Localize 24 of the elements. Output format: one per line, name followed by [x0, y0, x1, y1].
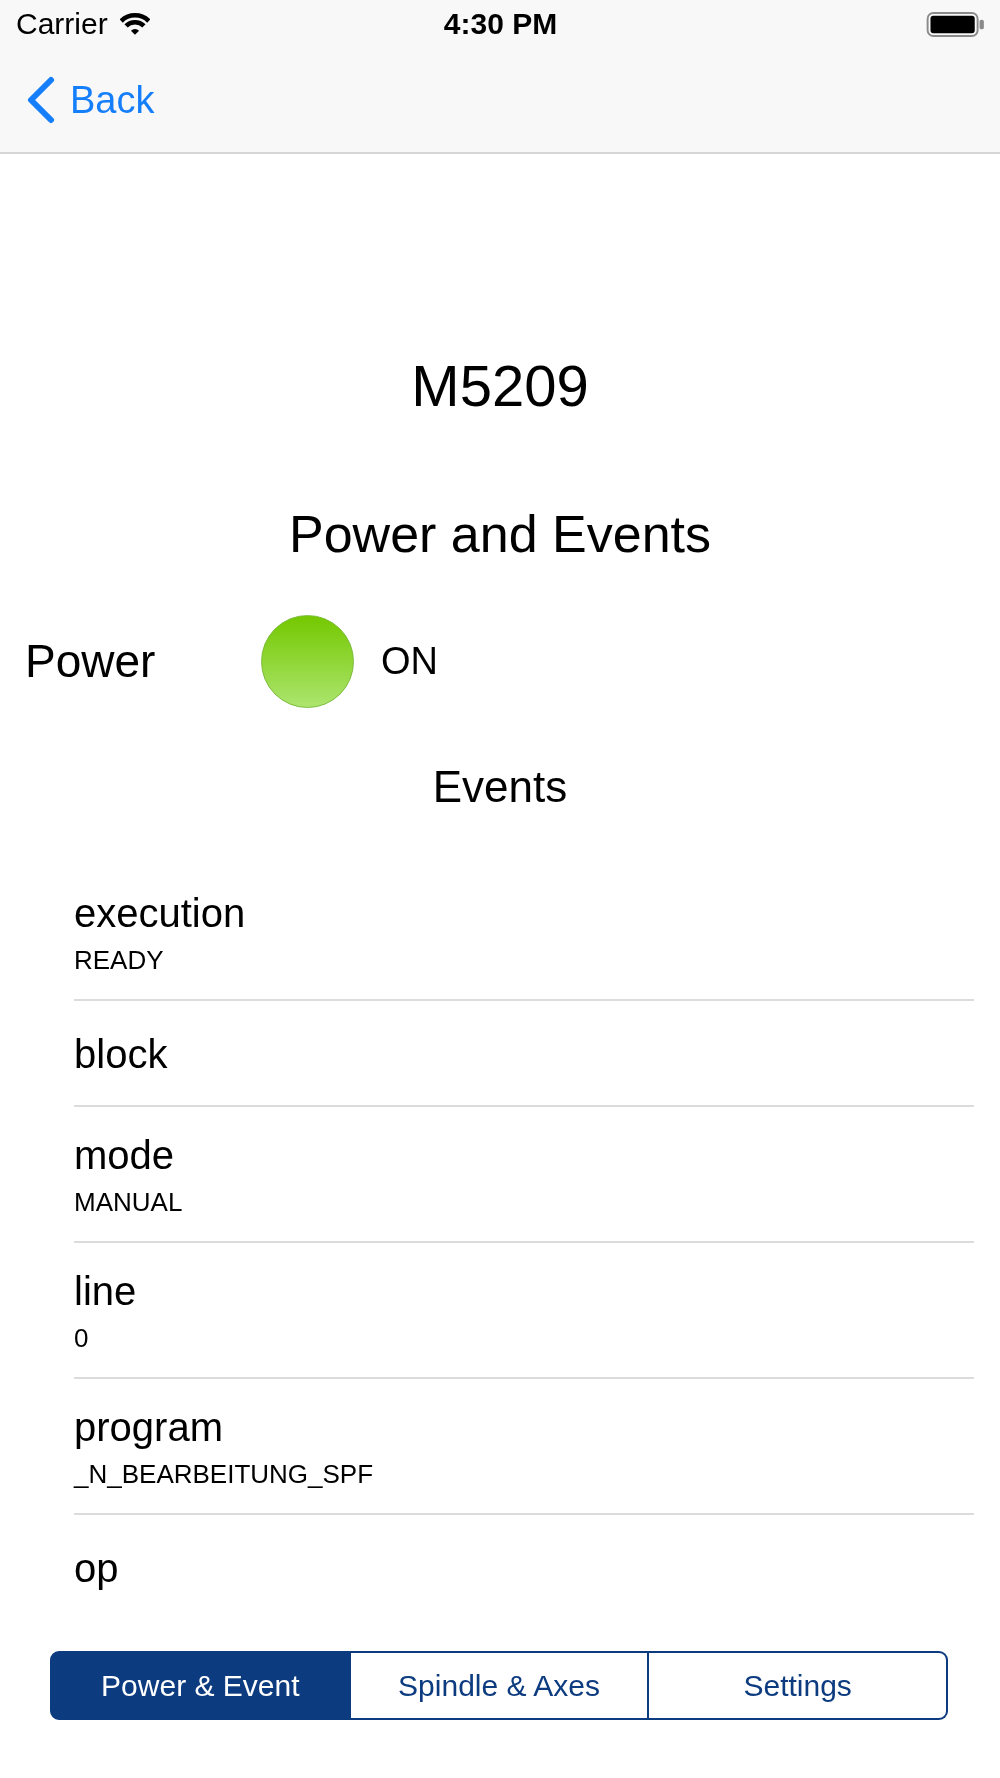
events-heading: Events: [431, 762, 569, 812]
event-value: _N_BEARBEITUNG_SPF: [74, 1459, 375, 1489]
segment-tab[interactable]: Power & Event: [50, 1651, 351, 1720]
event-name: program: [74, 1405, 224, 1449]
event-value: READY: [74, 945, 165, 975]
carrier-name: Carrier: [16, 6, 108, 42]
power-label: Power: [25, 634, 157, 688]
segment-tab[interactable]: Spindle & Axes: [350, 1651, 650, 1720]
wifi-icon: [119, 12, 150, 36]
back-button[interactable]: Back: [26, 76, 155, 124]
segment-tab[interactable]: Settings: [649, 1651, 948, 1720]
event-value: MANUAL: [74, 1187, 184, 1217]
chevron-left-icon: [26, 76, 56, 124]
battery-icon: [926, 11, 985, 37]
event-name: mode: [74, 1133, 176, 1177]
power-status: ON: [381, 639, 438, 683]
event-name: block: [74, 1032, 169, 1076]
machine-title: M5209: [410, 353, 590, 419]
clock-time: 4:30 PM: [443, 6, 558, 42]
event-name: execution: [74, 891, 247, 935]
section-title: Power and Events: [288, 504, 712, 564]
event-value: 0: [74, 1323, 90, 1353]
event-name: line: [74, 1269, 138, 1313]
event-name: op: [74, 1546, 120, 1590]
